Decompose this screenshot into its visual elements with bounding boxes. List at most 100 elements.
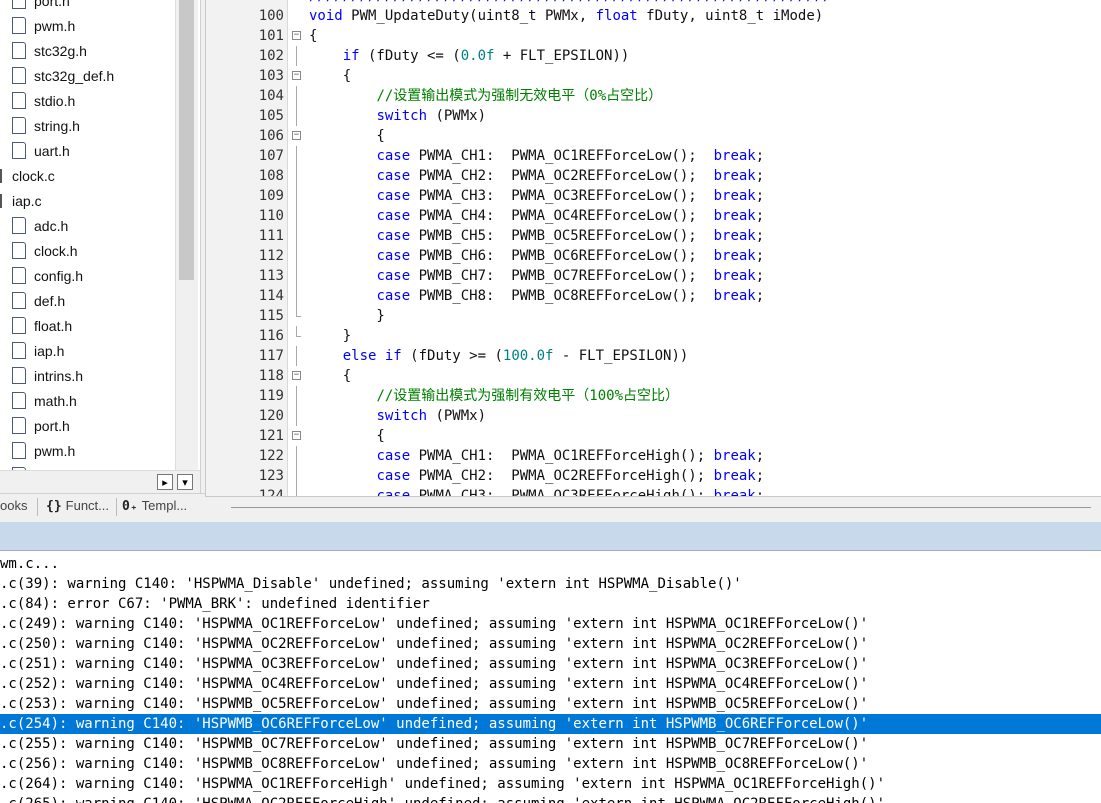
tree-item-stdio-h[interactable]: stdio.h bbox=[12, 89, 75, 114]
build-output-line[interactable]: .c(255): warning C140: 'HSPWMB_OC7REFFor… bbox=[0, 734, 1101, 754]
code-line[interactable]: 118− { bbox=[206, 366, 1101, 386]
code-line[interactable]: 105 switch (PWMx) bbox=[206, 106, 1101, 126]
code-line[interactable]: 112 case PWMB_CH6: PWMB_OC6REFForceLow()… bbox=[206, 246, 1101, 266]
fold-collapse-icon[interactable]: − bbox=[292, 371, 301, 380]
fold-collapse-icon[interactable]: − bbox=[292, 431, 301, 440]
code-line[interactable]: 113 case PWMB_CH7: PWMB_OC7REFForceLow()… bbox=[206, 266, 1101, 286]
fold-collapse-icon[interactable]: − bbox=[292, 31, 301, 40]
tree-item-float-h[interactable]: float.h bbox=[12, 314, 72, 339]
code-text: //设置输出模式为强制有效电平（100%占空比） bbox=[376, 388, 680, 404]
line-number: 124 bbox=[258, 488, 284, 496]
fold-collapse-icon[interactable]: − bbox=[292, 131, 301, 140]
code-editor[interactable]: 99//////////////////////////////////////… bbox=[205, 0, 1101, 496]
build-output-line[interactable]: wm.c... bbox=[0, 554, 1101, 574]
code-line[interactable]: 116 } bbox=[206, 326, 1101, 346]
build-output-line[interactable]: .c(249): warning C140: 'HSPWMA_OC1REFFor… bbox=[0, 614, 1101, 634]
build-output-line[interactable]: .c(252): warning C140: 'HSPWMA_OC4REFFor… bbox=[0, 674, 1101, 694]
build-output-line[interactable]: .c(84): error C67: 'PWMA_BRK': undefined… bbox=[0, 594, 1101, 614]
code-text: switch (PWMx) bbox=[376, 408, 487, 424]
line-number: 104 bbox=[258, 88, 284, 104]
tree-horizontal-scrollbar[interactable]: ▸ ▾ bbox=[0, 470, 200, 493]
tab-templates[interactable]: 0₊ Templ... bbox=[122, 498, 187, 514]
tab-functions[interactable]: {} Funct... bbox=[46, 498, 109, 514]
code-line[interactable]: 121− { bbox=[206, 426, 1101, 446]
fold-guide-line bbox=[296, 266, 297, 286]
line-number: 110 bbox=[258, 208, 284, 224]
code-line[interactable]: 110 case PWMA_CH4: PWMA_OC4REFForceLow()… bbox=[206, 206, 1101, 226]
code-text: case PWMA_CH4: PWMA_OC4REFForceLow(); br… bbox=[376, 208, 765, 224]
tree-item-def-h[interactable]: def.h bbox=[12, 289, 65, 314]
header-file-icon bbox=[12, 91, 26, 109]
fold-collapse-icon[interactable]: − bbox=[292, 71, 301, 80]
code-text: { bbox=[309, 428, 385, 444]
editor-horizontal-scrollbar[interactable] bbox=[205, 496, 1101, 523]
tree-item-stc32g-def-h[interactable]: stc32g_def.h bbox=[12, 64, 114, 89]
header-file-icon bbox=[12, 141, 26, 159]
scroll-right-arrow-icon[interactable]: ▸ bbox=[157, 474, 173, 490]
tree-item-math-h[interactable]: math.h bbox=[12, 389, 77, 414]
code-line[interactable]: 124 case PWMA_CH3: PWMA_OC3REFForceHigh(… bbox=[206, 486, 1101, 496]
tree-item-config-h[interactable]: config.h bbox=[12, 264, 83, 289]
code-line[interactable]: 107 case PWMA_CH1: PWMA_OC1REFForceLow()… bbox=[206, 146, 1101, 166]
code-line[interactable]: 103− { bbox=[206, 66, 1101, 86]
build-output-line[interactable]: .c(264): warning C140: 'HSPWMA_OC1REFFor… bbox=[0, 774, 1101, 794]
build-output-line[interactable]: .c(250): warning C140: 'HSPWMA_OC2REFFor… bbox=[0, 634, 1101, 654]
project-tree-panel[interactable]: port.h pwm.h stc32g.h stc32g_def.h stdio.h st… bbox=[0, 0, 201, 493]
tree-item-string-h[interactable]: string.h bbox=[12, 114, 80, 139]
tab-books-label: ooks bbox=[0, 498, 28, 513]
build-output-line-selected[interactable]: .c(254): warning C140: 'HSPWMB_OC6REFFor… bbox=[0, 714, 1101, 734]
build-output-line[interactable]: .c(265): warning C140: 'HSPWMA_OC2REFFor… bbox=[0, 794, 1101, 803]
build-output-line[interactable]: .c(251): warning C140: 'HSPWMA_OC3REFFor… bbox=[0, 654, 1101, 674]
tree-item-port-h[interactable]: port.h bbox=[12, 414, 70, 439]
tree-item-label: stc32g_def.h bbox=[34, 68, 115, 84]
code-line[interactable]: 123 case PWMA_CH2: PWMA_OC2REFForceHigh(… bbox=[206, 466, 1101, 486]
code-line[interactable]: 101−{ bbox=[206, 26, 1101, 46]
code-line[interactable]: 122 case PWMA_CH1: PWMA_OC1REFForceHigh(… bbox=[206, 446, 1101, 466]
tree-item-clock-c[interactable]: clock.c bbox=[0, 164, 55, 189]
code-line[interactable]: 111 case PWMB_CH5: PWMB_OC5REFForceLow()… bbox=[206, 226, 1101, 246]
header-file-icon bbox=[12, 116, 26, 134]
line-number: 108 bbox=[258, 168, 284, 184]
code-line[interactable]: 114 case PWMB_CH8: PWMB_OC8REFForceLow()… bbox=[206, 286, 1101, 306]
tree-item-adc-h[interactable]: adc.h bbox=[12, 214, 68, 239]
tree-item-stc32g-h[interactable]: stc32g.h bbox=[12, 39, 87, 64]
header-file-icon bbox=[12, 266, 26, 284]
code-line[interactable]: 106− { bbox=[206, 126, 1101, 146]
fold-guide-line bbox=[296, 246, 297, 266]
code-line[interactable]: 108 case PWMA_CH2: PWMA_OC2REFForceLow()… bbox=[206, 166, 1101, 186]
tree-item-clock-h[interactable]: clock.h bbox=[12, 239, 78, 264]
tree-item-pwm-h[interactable]: pwm.h bbox=[12, 14, 75, 39]
fold-guide-line bbox=[296, 166, 297, 186]
build-output-line[interactable]: .c(253): warning C140: 'HSPWMB_OC5REFFor… bbox=[0, 694, 1101, 714]
code-line[interactable]: 109 case PWMA_CH3: PWMA_OC3REFForceLow()… bbox=[206, 186, 1101, 206]
build-output-line[interactable]: .c(256): warning C140: 'HSPWMB_OC8REFFor… bbox=[0, 754, 1101, 774]
line-number: 103 bbox=[258, 68, 284, 84]
code-line[interactable]: 117 else if (fDuty >= (100.0f - FLT_EPSI… bbox=[206, 346, 1101, 366]
build-output-window[interactable]: wm.c... .c(39): warning C140: 'HSPWMA_Dis… bbox=[0, 551, 1101, 803]
tree-item-port-h[interactable]: port.h bbox=[12, 0, 70, 14]
tab-books[interactable]: ooks bbox=[0, 498, 27, 513]
code-line[interactable]: 102 if (fDuty <= (0.0f + FLT_EPSILON)) bbox=[206, 46, 1101, 66]
build-output-title-bar[interactable] bbox=[0, 522, 1101, 551]
project-panel-tabs: ooks {} Funct... 0₊ Templ... bbox=[0, 493, 205, 520]
tree-item-intrins-h[interactable]: intrins.h bbox=[12, 364, 83, 389]
build-output-line[interactable]: .c(39): warning C140: 'HSPWMA_Disable' u… bbox=[0, 574, 1101, 594]
code-line[interactable]: 119 //设置输出模式为强制有效电平（100%占空比） bbox=[206, 386, 1101, 406]
tree-item-iap-h[interactable]: iap.h bbox=[12, 339, 64, 364]
fold-guide-line bbox=[296, 386, 297, 406]
code-text: case PWMB_CH8: PWMB_OC8REFForceLow(); br… bbox=[376, 288, 765, 304]
scroll-down-arrow-icon[interactable]: ▾ bbox=[177, 474, 193, 490]
tree-vertical-scrollbar[interactable] bbox=[175, 0, 198, 493]
fold-end-mark bbox=[296, 336, 301, 337]
code-text: } bbox=[309, 328, 352, 344]
line-number: 123 bbox=[258, 468, 284, 484]
tree-item-pwm-h[interactable]: pwm.h bbox=[12, 439, 75, 464]
tree-item-iap-c[interactable]: iap.c bbox=[0, 189, 42, 214]
code-line[interactable]: 115 } bbox=[206, 306, 1101, 326]
tree-item-uart-h[interactable]: uart.h bbox=[12, 139, 70, 164]
header-file-icon bbox=[12, 316, 26, 334]
code-line[interactable]: 120 switch (PWMx) bbox=[206, 406, 1101, 426]
tree-scrollbar-thumb[interactable] bbox=[179, 0, 194, 280]
code-line[interactable]: 104 //设置输出模式为强制无效电平（0%占空比） bbox=[206, 86, 1101, 106]
code-line[interactable]: 100 void PWM_UpdateDuty(uint8_t PWMx, flo… bbox=[206, 6, 1101, 26]
